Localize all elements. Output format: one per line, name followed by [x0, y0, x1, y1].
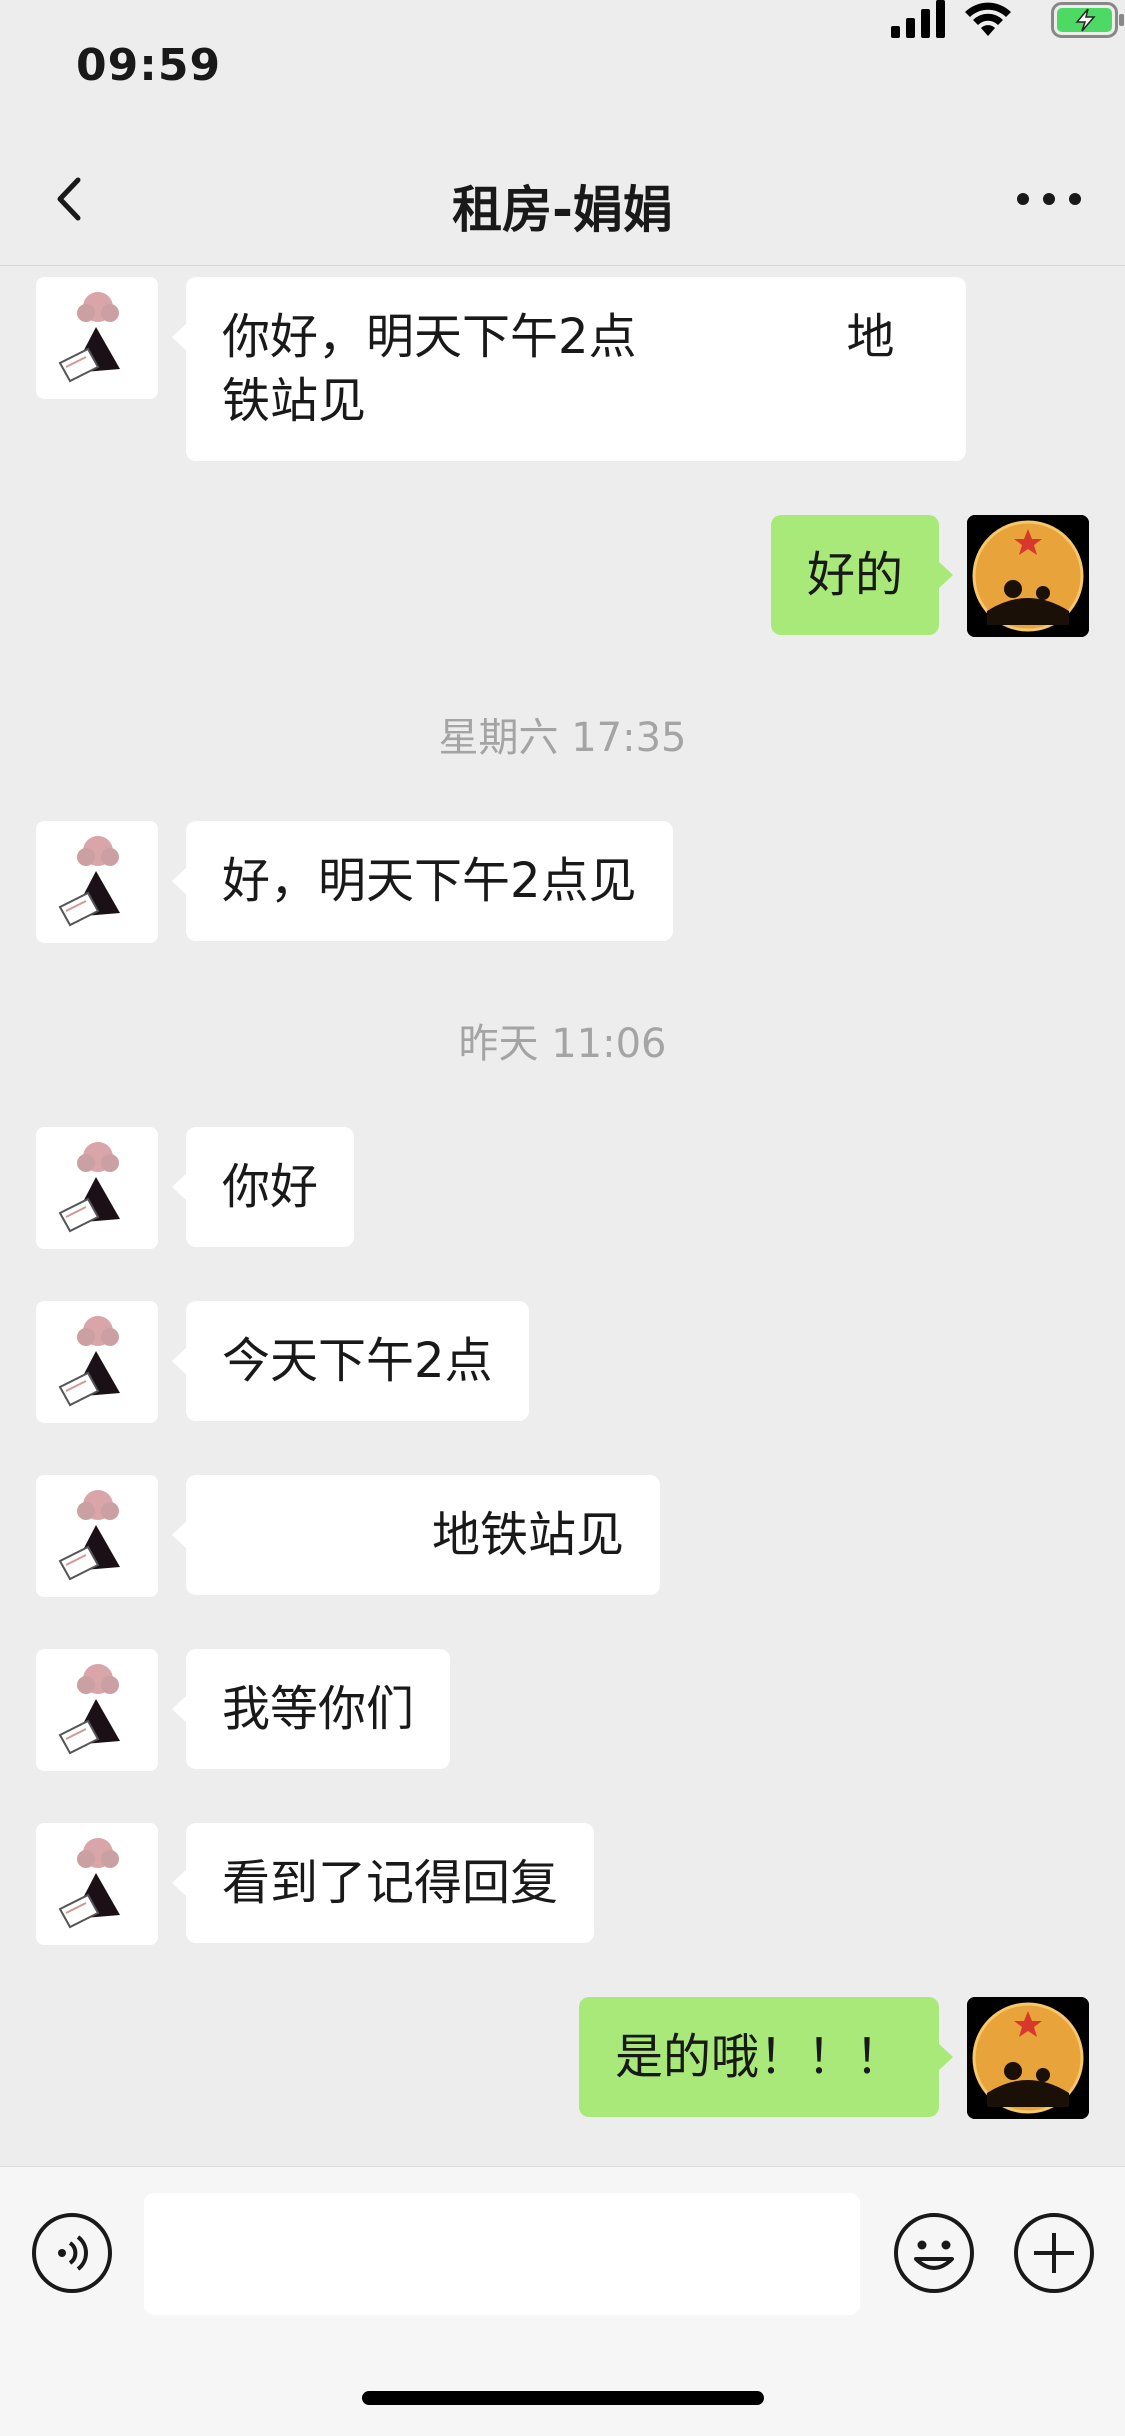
battery-charging-icon	[1051, 2, 1124, 38]
redaction-mask	[222, 1510, 432, 1566]
message-input[interactable]	[144, 2193, 860, 2315]
message-text: 你好，明天下午2点	[222, 309, 637, 365]
nav-bar: 租房-娟娟	[0, 132, 1125, 266]
voice-input-icon[interactable]	[30, 2211, 114, 2295]
girl-avatar-icon	[58, 292, 120, 383]
input-bar	[0, 2166, 1125, 2436]
message-text: 地铁站见	[432, 1507, 625, 1563]
girl-avatar-icon	[58, 836, 120, 927]
incoming-message[interactable]: 我等你们	[171, 1649, 451, 1769]
more-options-icon[interactable]	[1009, 166, 1089, 232]
wifi-icon	[965, 2, 1011, 36]
home-indicator	[362, 2391, 764, 2405]
girl-avatar-icon	[58, 1664, 120, 1755]
outgoing-message[interactable]: 好的	[770, 515, 954, 635]
chat-title: 租房-娟娟	[452, 181, 673, 239]
incoming-message[interactable]: 你好，明天下午2点地 铁站见	[172, 277, 966, 461]
plus-icon[interactable]	[1012, 2211, 1096, 2295]
incoming-message[interactable]: 地铁站见	[171, 1475, 661, 1595]
incoming-message[interactable]: 今天下午2点	[172, 1301, 529, 1421]
contact-avatar[interactable]	[36, 1301, 158, 1423]
girl-avatar-icon	[58, 1316, 120, 1407]
status-time: 09:59	[76, 40, 222, 91]
my-avatar[interactable]	[967, 515, 1089, 637]
my-avatar[interactable]	[967, 1997, 1089, 2119]
girl-avatar-icon	[58, 1142, 120, 1233]
incoming-message[interactable]: 好，明天下午2点见	[172, 821, 673, 941]
outgoing-message[interactable]: 是的哦！！！	[578, 1997, 954, 2117]
contact-avatar[interactable]	[36, 277, 158, 399]
cellular-signal-icon	[891, 0, 945, 38]
dragon-ball-avatar-icon	[967, 515, 1089, 637]
girl-avatar-icon	[58, 1490, 120, 1581]
timestamp: 星期六 17:35	[438, 715, 687, 761]
contact-avatar[interactable]	[36, 1475, 158, 1597]
incoming-message[interactable]: 你好	[171, 1127, 355, 1247]
contact-avatar[interactable]	[36, 1649, 158, 1771]
chat-history[interactable]: 你好，明天下午2点地 铁站见 好的 星期六 17:35 好，明天下午2点见 昨天…	[0, 267, 1125, 2165]
contact-avatar[interactable]	[36, 821, 158, 943]
contact-avatar[interactable]	[36, 1127, 158, 1249]
emoji-icon[interactable]	[892, 2211, 976, 2295]
contact-avatar[interactable]	[36, 1823, 158, 1945]
timestamp: 昨天 11:06	[458, 1021, 667, 1067]
girl-avatar-icon	[58, 1838, 120, 1929]
dragon-ball-avatar-icon	[967, 1997, 1089, 2119]
incoming-message[interactable]: 看到了记得回复	[171, 1823, 595, 1943]
status-bar: 09:59	[0, 0, 1125, 132]
redaction-mask	[636, 312, 847, 368]
